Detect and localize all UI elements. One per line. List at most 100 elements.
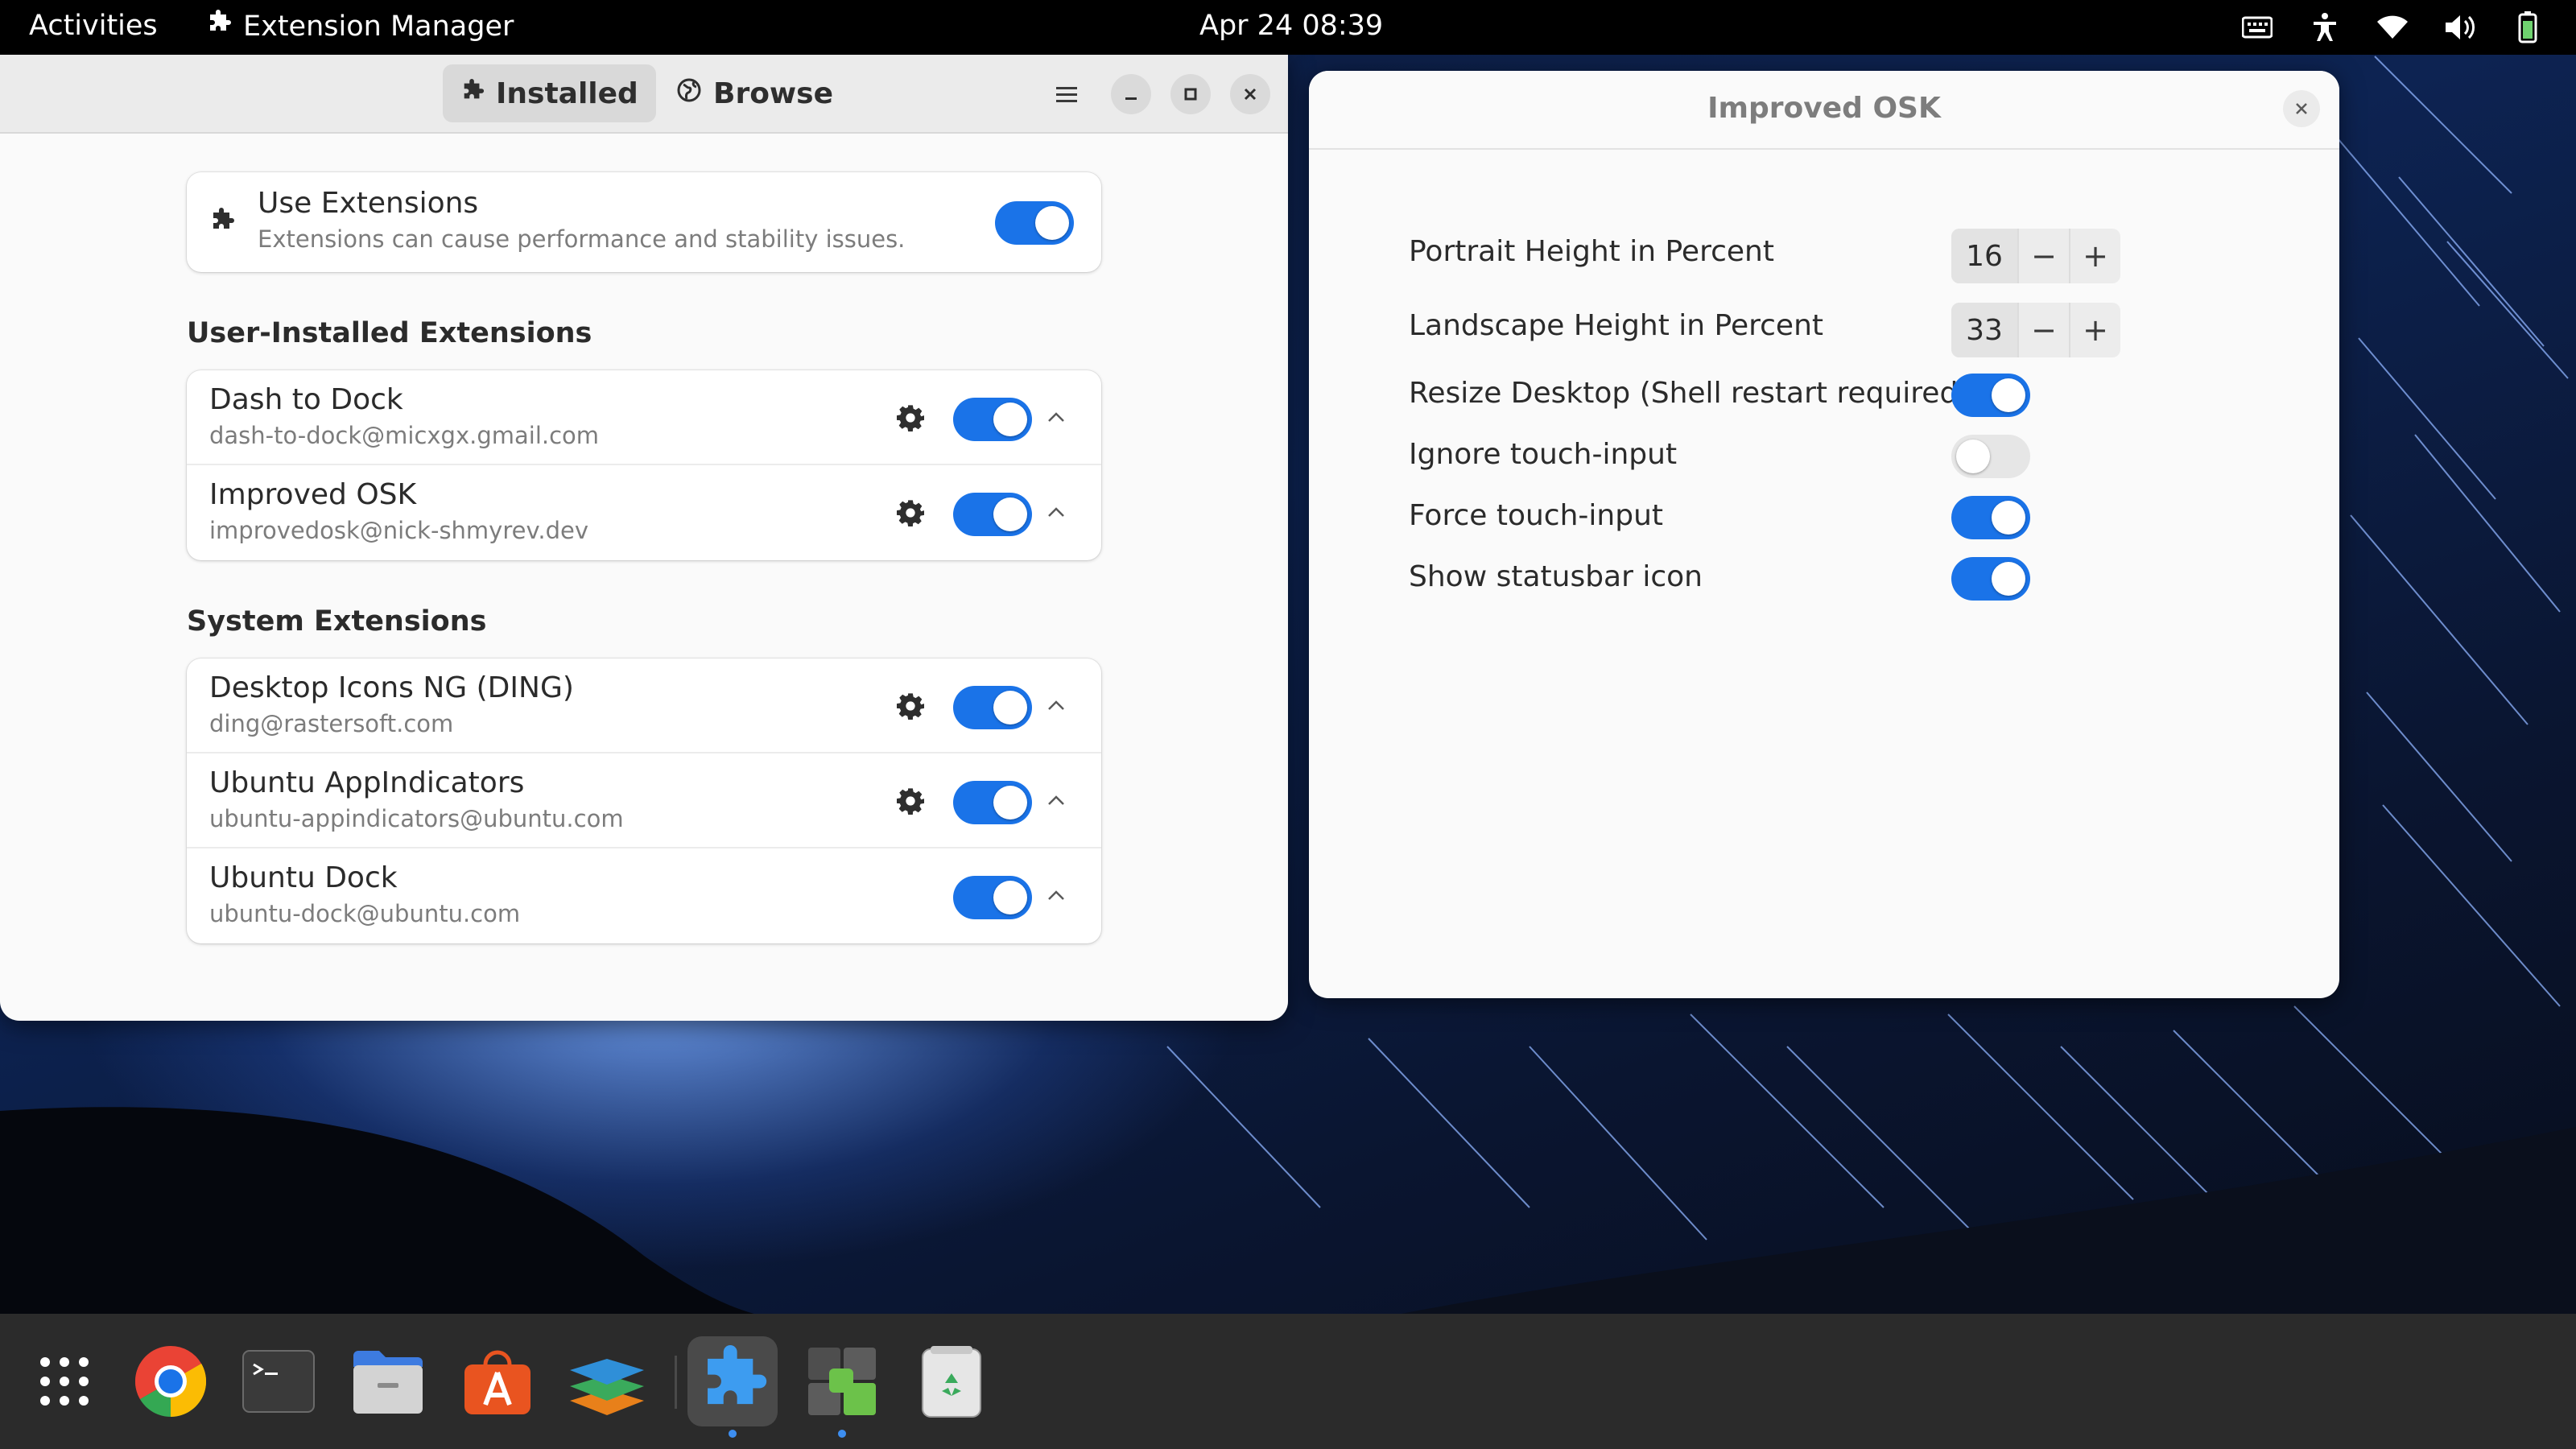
tab-installed[interactable]: Installed xyxy=(443,64,656,122)
extension-row-improved-osk[interactable]: Improved OSK improvedosk@nick-shmyrev.de… xyxy=(187,465,1101,560)
system-extensions-list: Desktop Icons NG (DING) ding@rastersoft.… xyxy=(187,658,1101,943)
extension-manager-icon[interactable] xyxy=(687,1336,778,1438)
chevron-up-icon[interactable] xyxy=(1040,879,1072,911)
puzzle-icon xyxy=(460,77,485,110)
gear-icon[interactable] xyxy=(892,687,929,724)
extension-id: ubuntu-dock@ubuntu.com xyxy=(209,900,521,927)
extension-toggle[interactable] xyxy=(953,493,1032,536)
extension-id: dash-to-dock@micxgx.gmail.com xyxy=(209,422,600,449)
statusbar-icon-label: Show statusbar icon xyxy=(1409,560,1703,593)
force-touch-label: Force touch-input xyxy=(1409,499,1664,532)
puzzle-icon xyxy=(209,208,235,237)
app-center-icon[interactable] xyxy=(452,1336,543,1426)
ignore-touch-toggle[interactable] xyxy=(1951,435,2030,478)
landscape-height-label: Landscape Height in Percent xyxy=(1409,309,1824,342)
extension-name: Ubuntu Dock xyxy=(209,861,398,894)
top-bar: Activities Extension Manager Apr 24 08:3… xyxy=(0,0,2576,55)
volume-icon[interactable] xyxy=(2444,11,2476,43)
extensions-icon[interactable] xyxy=(797,1336,887,1438)
trash-icon[interactable] xyxy=(906,1336,997,1426)
hamburger-icon xyxy=(1056,87,1077,102)
extension-id: ding@rastersoft.com xyxy=(209,710,454,737)
main-menu-button[interactable] xyxy=(1046,74,1087,114)
resize-desktop-label: Resize Desktop (Shell restart required) xyxy=(1409,377,1970,410)
prefs-close-button[interactable] xyxy=(2283,90,2320,127)
prefs-header: Improved OSK xyxy=(1309,71,2339,150)
user-extensions-list: Dash to Dock dash-to-dock@micxgx.gmail.c… xyxy=(187,370,1101,560)
force-touch-toggle[interactable] xyxy=(1951,496,2030,539)
gear-icon[interactable] xyxy=(892,782,929,819)
system-tray[interactable] xyxy=(2241,11,2544,43)
tab-browse-label: Browse xyxy=(713,76,834,110)
portrait-height-spinner[interactable]: 16 − + xyxy=(1951,229,2120,283)
chevron-up-icon[interactable] xyxy=(1040,496,1072,528)
accessibility-icon[interactable] xyxy=(2309,11,2341,43)
header-bar: Installed Browse xyxy=(0,55,1288,134)
tab-browse[interactable]: Browse xyxy=(658,64,851,122)
extension-row-ubuntu-dock[interactable]: Ubuntu Dock ubuntu-dock@ubuntu.com xyxy=(187,848,1101,943)
extension-toggle[interactable] xyxy=(953,781,1032,824)
activities-button[interactable]: Activities xyxy=(29,10,158,42)
extension-manager-window: Installed Browse Use Extensions Extensio… xyxy=(0,55,1288,1021)
decrement-button[interactable]: − xyxy=(2017,303,2069,357)
puzzle-icon xyxy=(206,10,232,43)
tab-installed-label: Installed xyxy=(496,76,638,110)
portrait-height-value[interactable]: 16 xyxy=(1951,229,2017,283)
resize-desktop-toggle[interactable] xyxy=(1951,374,2030,417)
portrait-height-label: Portrait Height in Percent xyxy=(1409,235,1774,268)
maximize-icon xyxy=(1184,88,1197,101)
extension-name: Improved OSK xyxy=(209,478,417,511)
close-button[interactable] xyxy=(1230,74,1270,114)
dock-separator xyxy=(675,1356,677,1409)
dock xyxy=(0,1314,2576,1449)
extension-name: Desktop Icons NG (DING) xyxy=(209,671,574,704)
layers-app-icon[interactable] xyxy=(562,1336,652,1426)
minimize-icon xyxy=(1125,97,1137,100)
maximize-button[interactable] xyxy=(1170,74,1211,114)
use-extensions-subtitle: Extensions can cause performance and sta… xyxy=(258,225,906,253)
user-extensions-heading: User-Installed Extensions xyxy=(187,317,592,349)
files-icon[interactable] xyxy=(343,1336,433,1426)
globe-icon xyxy=(676,77,702,110)
prefs-dialog: Improved OSK Portrait Height in Percent … xyxy=(1309,71,2339,998)
gear-icon[interactable] xyxy=(892,399,929,436)
keyboard-icon[interactable] xyxy=(2241,11,2273,43)
extension-id: improvedosk@nick-shmyrev.dev xyxy=(209,517,589,544)
wifi-icon[interactable] xyxy=(2376,11,2409,43)
extension-row-dash-to-dock[interactable]: Dash to Dock dash-to-dock@micxgx.gmail.c… xyxy=(187,370,1101,465)
system-extensions-heading: System Extensions xyxy=(187,605,487,638)
extension-name: Ubuntu AppIndicators xyxy=(209,766,525,799)
extension-row-appindicators[interactable]: Ubuntu AppIndicators ubuntu-appindicator… xyxy=(187,753,1101,848)
close-icon xyxy=(1244,88,1257,101)
minimize-button[interactable] xyxy=(1111,74,1151,114)
terminal-icon[interactable] xyxy=(233,1336,324,1426)
decrement-button[interactable]: − xyxy=(2017,229,2069,283)
prefs-title: Improved OSK xyxy=(1707,92,1941,125)
statusbar-icon-toggle[interactable] xyxy=(1951,557,2030,601)
extension-row-ding[interactable]: Desktop Icons NG (DING) ding@rastersoft.… xyxy=(187,658,1101,753)
extension-toggle[interactable] xyxy=(953,876,1032,919)
chevron-up-icon[interactable] xyxy=(1040,689,1072,721)
gear-icon[interactable] xyxy=(892,494,929,531)
increment-button[interactable]: + xyxy=(2069,303,2120,357)
landscape-height-spinner[interactable]: 33 − + xyxy=(1951,303,2120,357)
running-indicator xyxy=(838,1430,846,1438)
chevron-up-icon[interactable] xyxy=(1040,784,1072,816)
running-indicator xyxy=(729,1430,737,1438)
extension-toggle[interactable] xyxy=(953,686,1032,729)
app-grid-icon[interactable] xyxy=(19,1336,109,1426)
close-icon xyxy=(2296,103,2307,114)
use-extensions-title: Use Extensions xyxy=(258,187,479,220)
extension-name: Dash to Dock xyxy=(209,383,403,416)
extension-toggle[interactable] xyxy=(953,398,1032,441)
chevron-up-icon[interactable] xyxy=(1040,401,1072,433)
use-extensions-toggle[interactable] xyxy=(995,201,1074,245)
increment-button[interactable]: + xyxy=(2069,229,2120,283)
landscape-height-value[interactable]: 33 xyxy=(1951,303,2017,357)
app-menu[interactable]: Extension Manager xyxy=(206,10,514,43)
use-extensions-card: Use Extensions Extensions can cause perf… xyxy=(187,172,1101,272)
chrome-icon[interactable] xyxy=(126,1336,216,1426)
battery-icon[interactable] xyxy=(2512,11,2544,43)
app-menu-label: Extension Manager xyxy=(243,10,514,43)
clock[interactable]: Apr 24 08:39 xyxy=(1199,10,1383,42)
